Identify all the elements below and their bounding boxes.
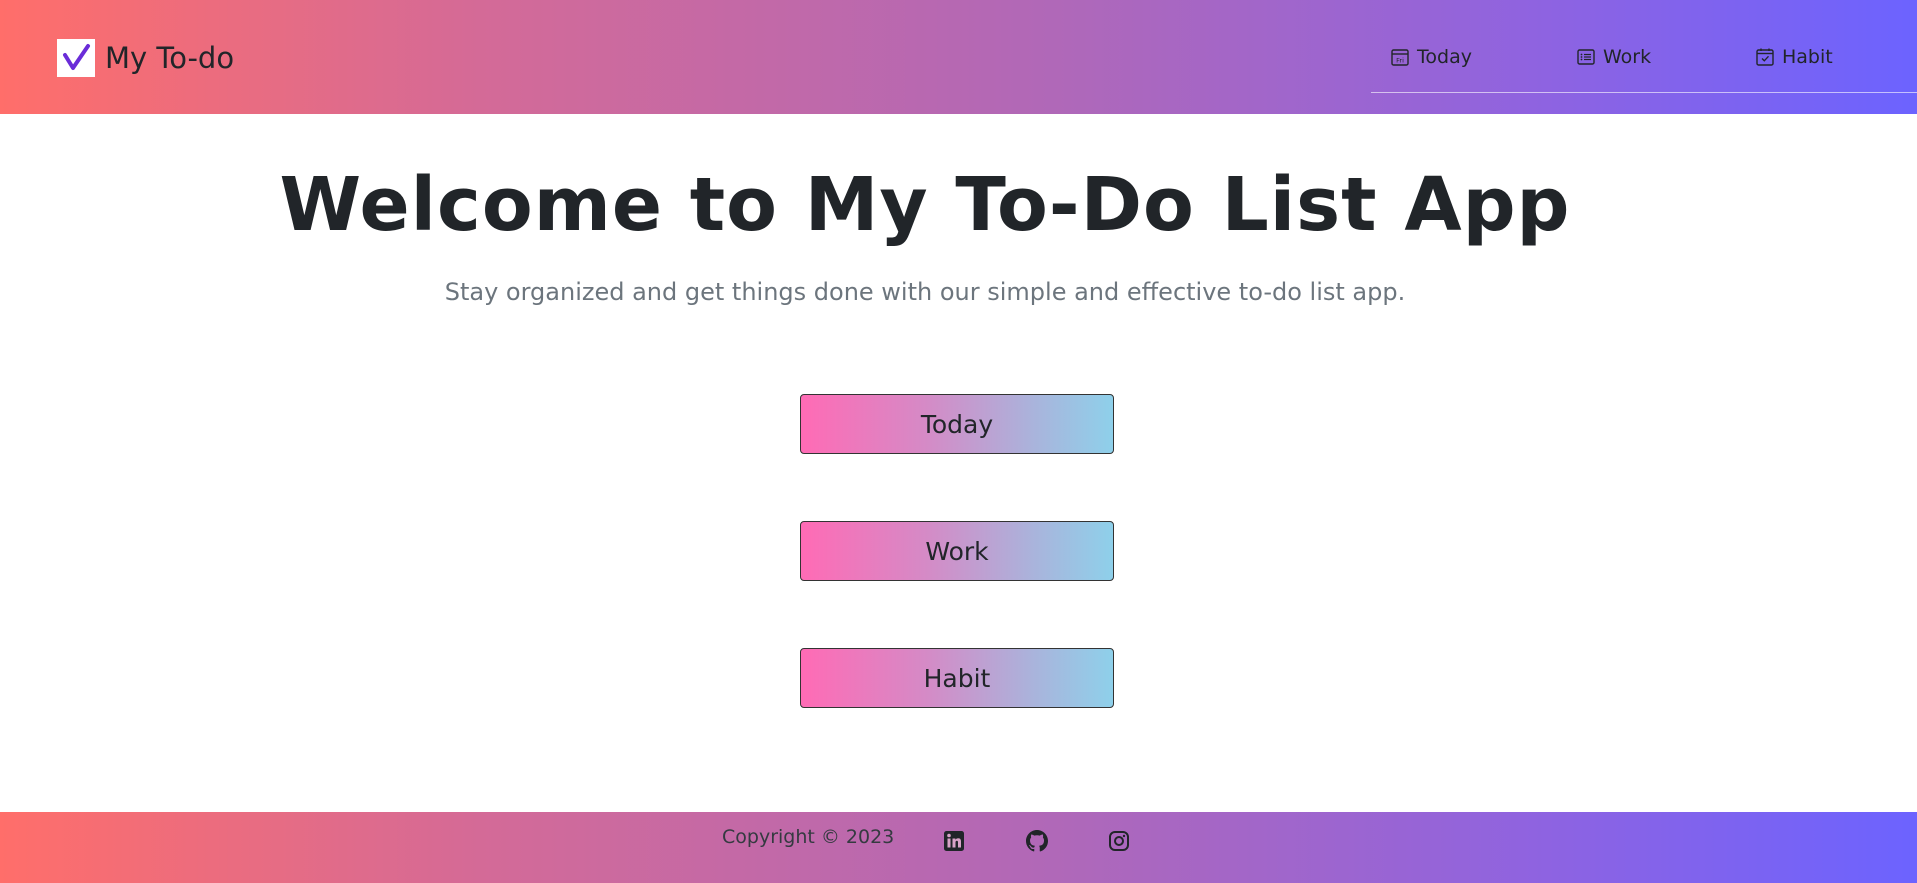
calendar-check-icon [1756,48,1774,66]
work-button[interactable]: Work [800,521,1114,581]
habit-button[interactable]: Habit [800,648,1114,708]
nav-link-work[interactable]: Work [1576,44,1651,70]
nav-link-habit[interactable]: Habit [1755,44,1833,70]
today-button[interactable]: Today [800,394,1114,454]
svg-text:Fri: Fri [1396,57,1404,65]
nav-link-today[interactable]: Fri Today [1390,44,1472,70]
nav-label-today: Today [1417,46,1472,68]
list-icon [1577,49,1595,65]
nav-underline [1371,92,1917,93]
check-icon [57,39,95,77]
calendar-fri-icon: Fri [1391,49,1409,66]
nav-label-work: Work [1603,46,1652,68]
nav-label-habit: Habit [1782,46,1833,68]
linkedin-icon[interactable] [942,829,966,853]
copyright-text: Copyright © 2023 [722,826,895,848]
instagram-icon[interactable] [1107,829,1131,853]
brand-name: My To-do [105,41,235,75]
github-icon[interactable] [1025,829,1049,853]
brand-link[interactable]: My To-do [57,38,234,78]
page-title: Welcome to My To-Do List App [279,162,1571,248]
page-subtitle: Stay organized and get things done with … [444,278,1406,306]
